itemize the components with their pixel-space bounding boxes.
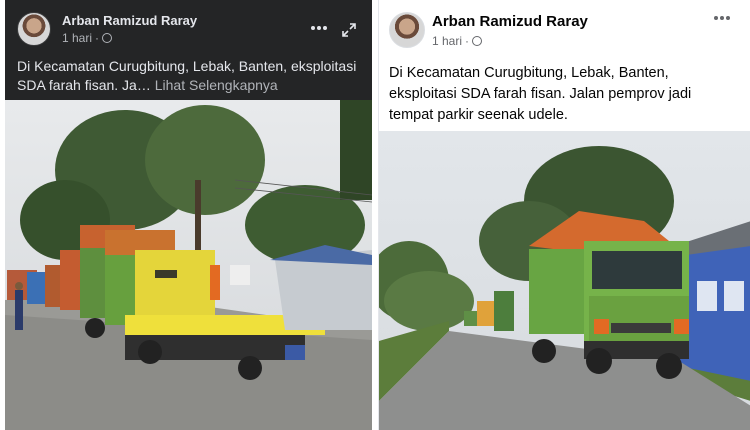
ellipsis-horizontal-icon <box>311 26 327 30</box>
post-meta: 1 hari · <box>62 31 113 45</box>
more-options-button[interactable] <box>310 22 328 32</box>
post-meta: 1 hari · <box>432 34 483 48</box>
post-header: Arban Ramizud Raray 1 hari · Di Kecamata… <box>5 0 372 100</box>
expand-button[interactable] <box>341 22 357 38</box>
trucks-lined-on-road-photo[interactable] <box>5 100 372 430</box>
meta-separator: · <box>465 34 470 48</box>
globe-icon <box>472 36 483 46</box>
author-name[interactable]: Arban Ramizud Raray <box>432 13 588 30</box>
expand-arrows-icon <box>342 23 356 37</box>
ellipsis-horizontal-icon <box>714 16 730 20</box>
post-time[interactable]: 1 hari <box>62 31 92 45</box>
right-post-panel: Arban Ramizud Raray 1 hari · Di Kecamata… <box>378 0 750 430</box>
avatar[interactable] <box>389 12 425 48</box>
post-text: Di Kecamatan Curugbitung, Lebak, Banten,… <box>17 57 367 95</box>
globe-icon <box>102 33 113 43</box>
meta-separator: · <box>95 31 100 45</box>
more-options-button[interactable] <box>713 12 731 22</box>
trucks-parked-on-road-photo[interactable] <box>379 131 750 430</box>
post-time[interactable]: 1 hari <box>432 34 462 48</box>
see-more-link[interactable]: Lihat Selengkapnya <box>155 77 278 93</box>
left-post-panel: Arban Ramizud Raray 1 hari · Di Kecamata… <box>5 0 372 430</box>
author-name[interactable]: Arban Ramizud Raray <box>62 13 197 28</box>
avatar[interactable] <box>17 12 51 46</box>
post-text: Di Kecamatan Curugbitung, Lebak, Banten,… <box>389 65 692 123</box>
